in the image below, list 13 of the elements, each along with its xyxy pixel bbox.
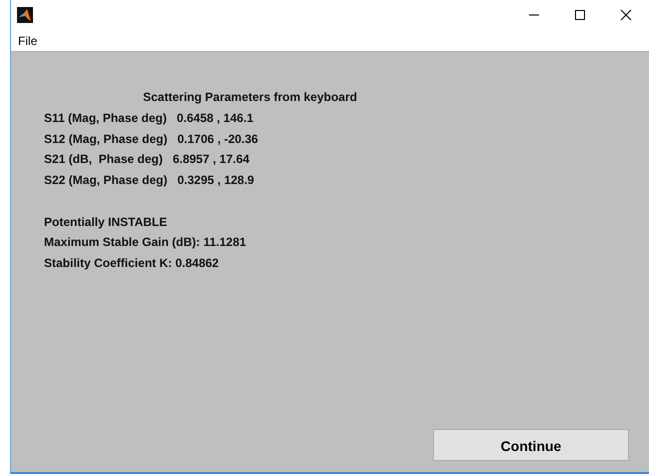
parameter-line: S22 (Mag, Phase deg) 0.3295 , 128.9 <box>44 173 254 188</box>
close-icon[interactable] <box>620 9 632 21</box>
menu-item[interactable]: File <box>17 32 38 50</box>
result-line: Potentially INSTABLE <box>44 214 168 229</box>
continue-button[interactable]: Continue <box>433 429 629 461</box>
parameter-line: S11 (Mag, Phase deg) 0.6458 , 146.1 <box>44 111 254 125</box>
app-icon <box>17 7 33 23</box>
parameter-line: S21 (dB, Phase deg) 6.8957 , 17.64 <box>44 152 250 166</box>
result-line: Stability Coefficient K: 0.84862 <box>44 256 219 270</box>
result-line: Maximum Stable Gain (dB): 11.1281 <box>44 235 246 250</box>
maximize-icon[interactable] <box>574 9 586 21</box>
heading: Scattering Parameters from keyboard <box>143 90 358 104</box>
parameter-line: S12 (Mag, Phase deg) 0.1706 , -20.36 <box>44 132 258 146</box>
